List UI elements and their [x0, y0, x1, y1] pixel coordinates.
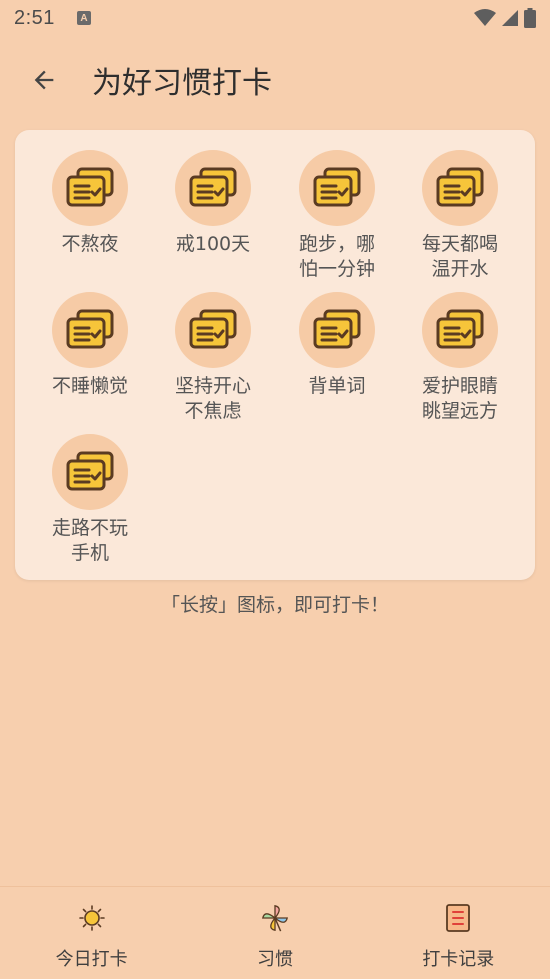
checklist-card-icon — [436, 309, 484, 349]
signal-icon — [502, 10, 518, 26]
checklist-card-icon — [313, 167, 361, 207]
habit-label: 跑步，哪怕一分钟 — [298, 233, 375, 280]
habit-item[interactable]: 坚持开心不焦虑 — [158, 292, 268, 424]
habit-item[interactable]: 不熬夜 — [35, 150, 145, 257]
checklist-card-icon — [436, 167, 484, 207]
habit-label: 背单词 — [308, 375, 366, 397]
back-button[interactable] — [16, 52, 72, 108]
habit-icon-circle — [52, 292, 128, 368]
habit-icon-circle — [422, 292, 498, 368]
status-bar: 2:51 A — [0, 0, 550, 36]
notification-icon: A — [76, 11, 91, 25]
nav-label: 今日打卡 — [55, 949, 128, 970]
nav-habits[interactable]: 习惯 — [183, 887, 366, 979]
habit-icon-circle — [52, 150, 128, 226]
habit-icon-circle — [422, 150, 498, 226]
app-bar: 为好习惯打卡 — [0, 44, 550, 116]
pinwheel-icon — [260, 903, 290, 933]
habit-item[interactable]: 走路不玩手机 — [35, 434, 145, 566]
nav-today-checkin[interactable]: 今日打卡 — [0, 887, 183, 979]
habit-item[interactable]: 戒100天 — [158, 150, 268, 257]
habit-icon-circle — [175, 150, 251, 226]
habit-icon-circle — [299, 292, 375, 368]
nav-label: 习惯 — [256, 949, 293, 970]
page-title: 为好习惯打卡 — [92, 66, 272, 101]
habit-item[interactable]: 背单词 — [282, 292, 392, 399]
habit-icon-circle — [299, 150, 375, 226]
habit-item[interactable]: 爱护眼睛眺望远方 — [405, 292, 515, 424]
habit-item[interactable]: 每天都喝温开水 — [405, 150, 515, 282]
record-icon — [443, 903, 473, 933]
habit-label: 每天都喝温开水 — [421, 233, 498, 280]
arrow-left-icon — [34, 70, 54, 90]
habit-item[interactable]: 不睡懒觉 — [35, 292, 145, 399]
status-time: 2:51 — [14, 6, 55, 29]
habit-label: 走路不玩手机 — [51, 517, 128, 564]
nav-label: 打卡记录 — [422, 949, 495, 970]
habit-label: 爱护眼睛眺望远方 — [421, 375, 498, 422]
habit-label: 不睡懒觉 — [51, 375, 128, 397]
checklist-card-icon — [66, 167, 114, 207]
long-press-hint: 「长按」图标，即可打卡！ — [160, 594, 389, 616]
checklist-card-icon — [189, 167, 237, 207]
nav-checkin-records[interactable]: 打卡记录 — [367, 887, 550, 979]
habit-icon-circle — [52, 434, 128, 510]
checklist-card-icon — [66, 451, 114, 491]
habit-label: 坚持开心不焦虑 — [174, 375, 251, 422]
bottom-nav: 今日打卡 习惯 打卡记录 — [0, 886, 550, 979]
status-icons — [474, 8, 536, 28]
habit-label: 不熬夜 — [61, 233, 119, 255]
checklist-card-icon — [313, 309, 361, 349]
wifi-icon — [474, 9, 496, 26]
checklist-card-icon — [66, 309, 114, 349]
habit-item[interactable]: 跑步，哪怕一分钟 — [282, 150, 392, 282]
habit-label: 戒100天 — [175, 233, 251, 255]
battery-icon — [524, 8, 536, 28]
habit-icon-circle — [175, 292, 251, 368]
habit-card: 不熬夜 戒100天 跑步，哪怕一分钟 每天都喝温开水 不睡懒觉 坚持开心不焦虑 … — [15, 130, 535, 580]
checklist-card-icon — [189, 309, 237, 349]
sun-icon — [77, 903, 107, 933]
